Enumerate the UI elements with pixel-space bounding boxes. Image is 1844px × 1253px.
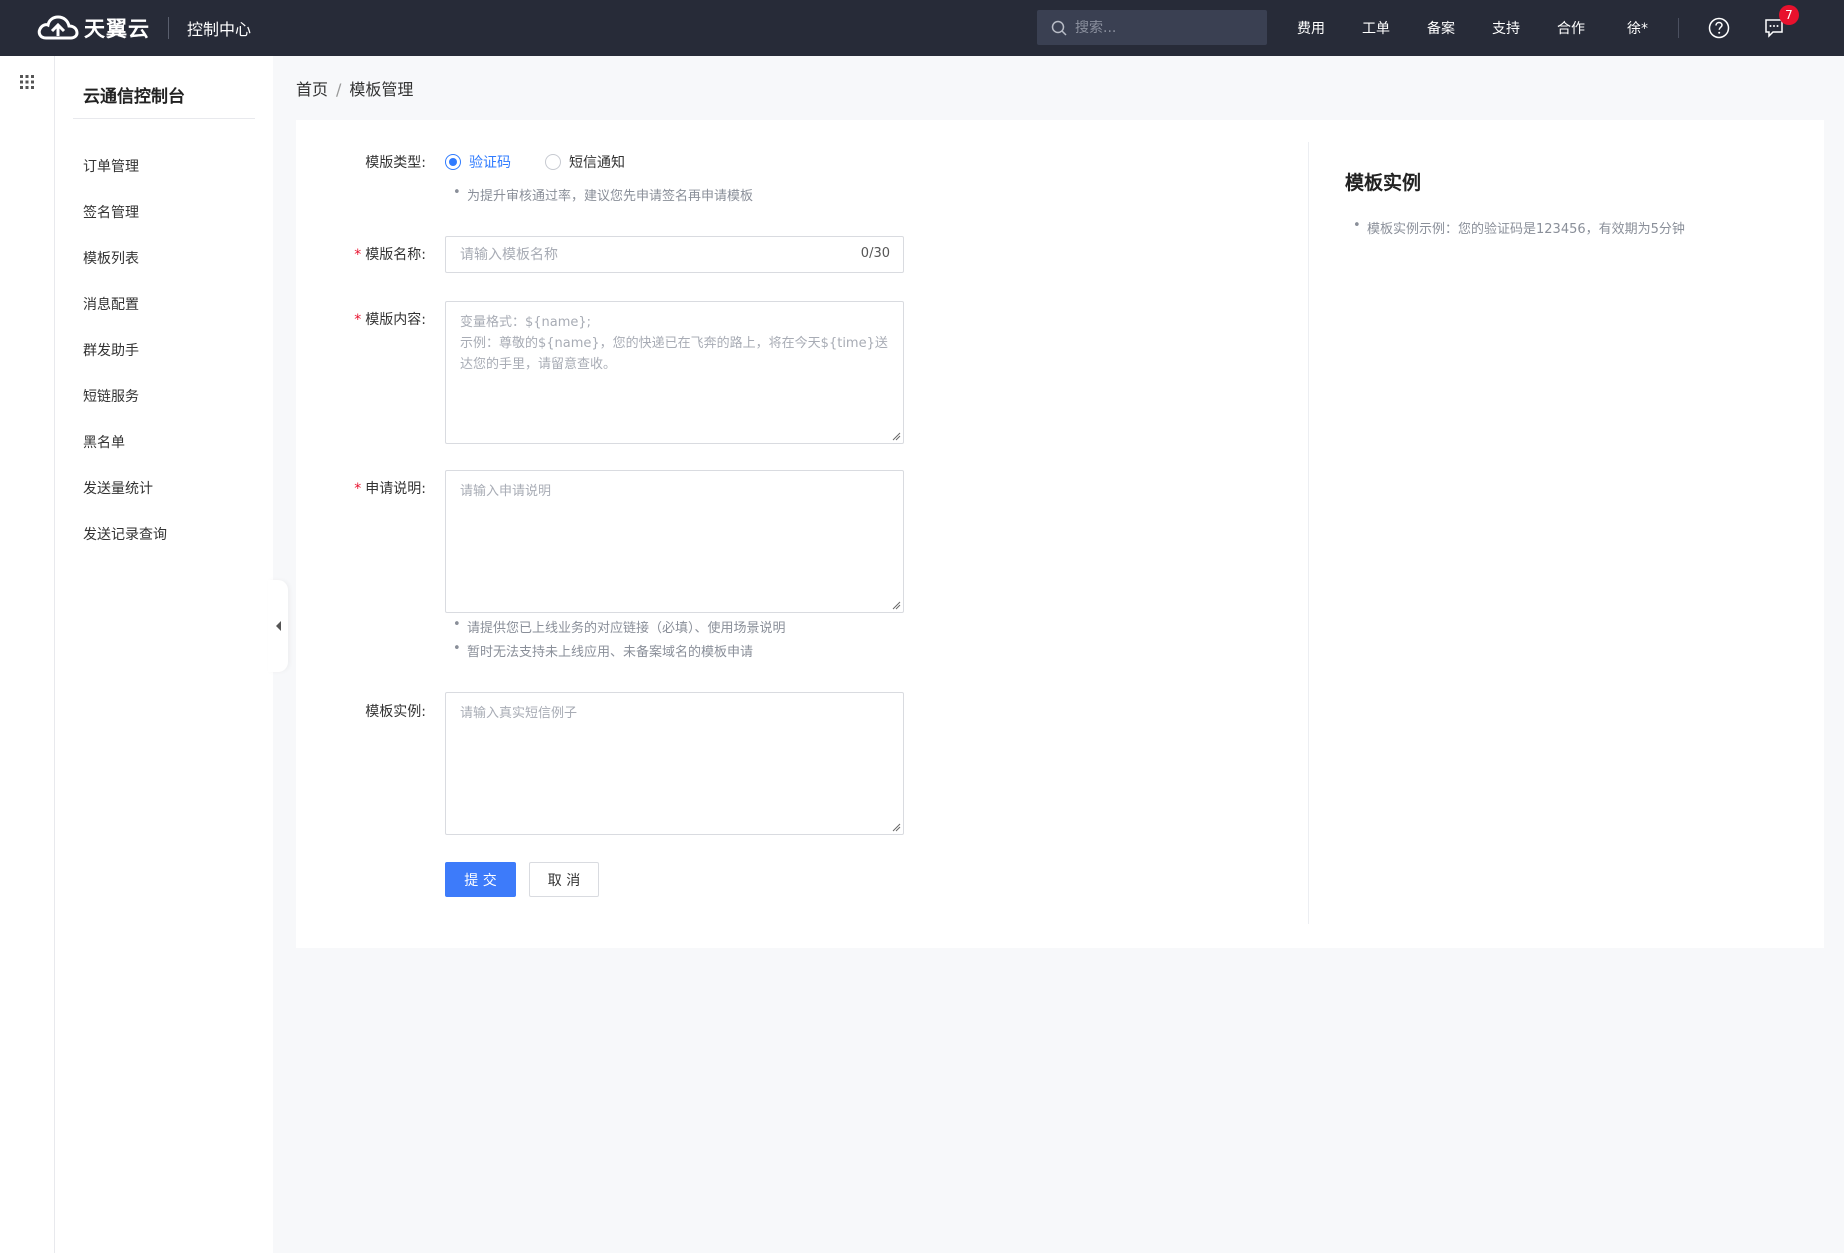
type-hint: 为提升审核通过率，建议您先申请签名再申请模板 bbox=[445, 185, 753, 204]
sidebar-item-blacklist[interactable]: 黑名单 bbox=[55, 420, 273, 466]
name-label: * 模版名称: bbox=[354, 247, 426, 263]
sidebar-title: 云通信控制台 bbox=[83, 87, 185, 107]
sidebar-item-send-records[interactable]: 发送记录查询 bbox=[55, 512, 273, 558]
top-bar: 天翼云 控制中心 费用 工单 备案 支持 合作 徐* 7 bbox=[0, 0, 1844, 56]
breadcrumb: 首页 / 模板管理 bbox=[296, 76, 413, 100]
name-char-counter: 0/30 bbox=[860, 246, 890, 261]
template-name-input[interactable] bbox=[446, 237, 903, 272]
radio-unchecked-icon bbox=[545, 154, 561, 170]
nav-filing[interactable]: 备案 bbox=[1427, 18, 1455, 38]
template-content-textarea[interactable] bbox=[446, 302, 903, 443]
resize-handle-icon[interactable] bbox=[892, 432, 901, 441]
top-nav: 费用 工单 备案 支持 合作 bbox=[1297, 0, 1622, 56]
radio-sms-notice[interactable]: 短信通知 bbox=[545, 152, 625, 172]
radio-verification-code[interactable]: 验证码 bbox=[445, 152, 511, 172]
application-desc-textarea[interactable] bbox=[446, 471, 903, 612]
brand-separator bbox=[168, 17, 169, 39]
example-panel-text: 模板实例示例：您的验证码是123456，有效期为5分钟 bbox=[1345, 218, 1685, 237]
sidebar-menu: 订单管理 签名管理 模板列表 消息配置 群发助手 短链服务 黑名单 发送量统计 … bbox=[55, 144, 273, 558]
breadcrumb-separator: / bbox=[336, 80, 342, 99]
global-search[interactable] bbox=[1037, 10, 1267, 45]
template-form-card: 模版类型: 验证码 短信通知 为提升审核通过率，建议您先申请签名再申请模板 *模… bbox=[296, 120, 1824, 948]
sidebar-item-templates[interactable]: 模板列表 bbox=[55, 236, 273, 282]
caret-left-icon bbox=[276, 621, 281, 631]
cancel-button[interactable]: 取 消 bbox=[529, 862, 599, 897]
template-sample-textarea[interactable] bbox=[446, 693, 903, 834]
template-sample-field[interactable] bbox=[445, 692, 904, 835]
content-label: * 模版内容: bbox=[354, 312, 426, 328]
search-input[interactable] bbox=[1075, 19, 1255, 36]
resize-handle-icon[interactable] bbox=[892, 601, 901, 610]
user-name[interactable]: 徐* bbox=[1627, 18, 1648, 38]
sidebar-item-send-stats[interactable]: 发送量统计 bbox=[55, 466, 273, 512]
sidebar-item-bulk-sender[interactable]: 群发助手 bbox=[55, 328, 273, 374]
message-badge: 7 bbox=[1779, 5, 1799, 25]
template-name-field[interactable]: 0/30 bbox=[445, 236, 904, 273]
desc-hint-link: 请提供您已上线业务的对应链接（必填）、使用场景说明 bbox=[445, 617, 786, 636]
sidebar: 云通信控制台 订单管理 签名管理 模板列表 消息配置 群发助手 短链服务 黑名单… bbox=[55, 56, 273, 1253]
cloud-logo-icon bbox=[37, 15, 79, 40]
sidebar-item-message-config[interactable]: 消息配置 bbox=[55, 282, 273, 328]
desc-hint-restriction: 暂时无法支持未上线应用、未备案域名的模板申请 bbox=[445, 641, 753, 660]
sidebar-item-short-link[interactable]: 短链服务 bbox=[55, 374, 273, 420]
nav-fee[interactable]: 费用 bbox=[1297, 18, 1325, 38]
nav-support[interactable]: 支持 bbox=[1492, 18, 1520, 38]
left-rail bbox=[0, 56, 55, 1253]
search-icon bbox=[1051, 20, 1067, 36]
header-divider bbox=[1678, 18, 1679, 38]
radio-checked-icon bbox=[445, 154, 461, 170]
brand-name: 天翼云 bbox=[84, 17, 150, 41]
sidebar-collapse-toggle[interactable] bbox=[268, 580, 288, 672]
panel-divider bbox=[1308, 142, 1309, 924]
sidebar-item-signatures[interactable]: 签名管理 bbox=[55, 190, 273, 236]
example-panel-title: 模板实例 bbox=[1345, 172, 1422, 194]
nav-ticket[interactable]: 工单 bbox=[1362, 18, 1390, 38]
nav-partner[interactable]: 合作 bbox=[1557, 18, 1585, 38]
sample-label: 模板实例: bbox=[365, 704, 426, 720]
brand[interactable]: 天翼云 bbox=[36, 13, 150, 43]
template-content-field[interactable] bbox=[445, 301, 904, 444]
resize-handle-icon[interactable] bbox=[892, 823, 901, 832]
desc-label: * 申请说明: bbox=[354, 481, 426, 497]
breadcrumb-home[interactable]: 首页 bbox=[296, 80, 328, 99]
submit-button[interactable]: 提 交 bbox=[445, 862, 516, 897]
apps-grid-icon[interactable] bbox=[19, 74, 35, 90]
breadcrumb-current: 模板管理 bbox=[349, 80, 414, 99]
console-title[interactable]: 控制中心 bbox=[187, 16, 251, 40]
type-label: 模版类型: bbox=[365, 155, 426, 171]
help-icon[interactable] bbox=[1708, 17, 1730, 39]
sidebar-divider bbox=[73, 118, 255, 119]
sidebar-item-orders[interactable]: 订单管理 bbox=[55, 144, 273, 190]
application-desc-field[interactable] bbox=[445, 470, 904, 613]
